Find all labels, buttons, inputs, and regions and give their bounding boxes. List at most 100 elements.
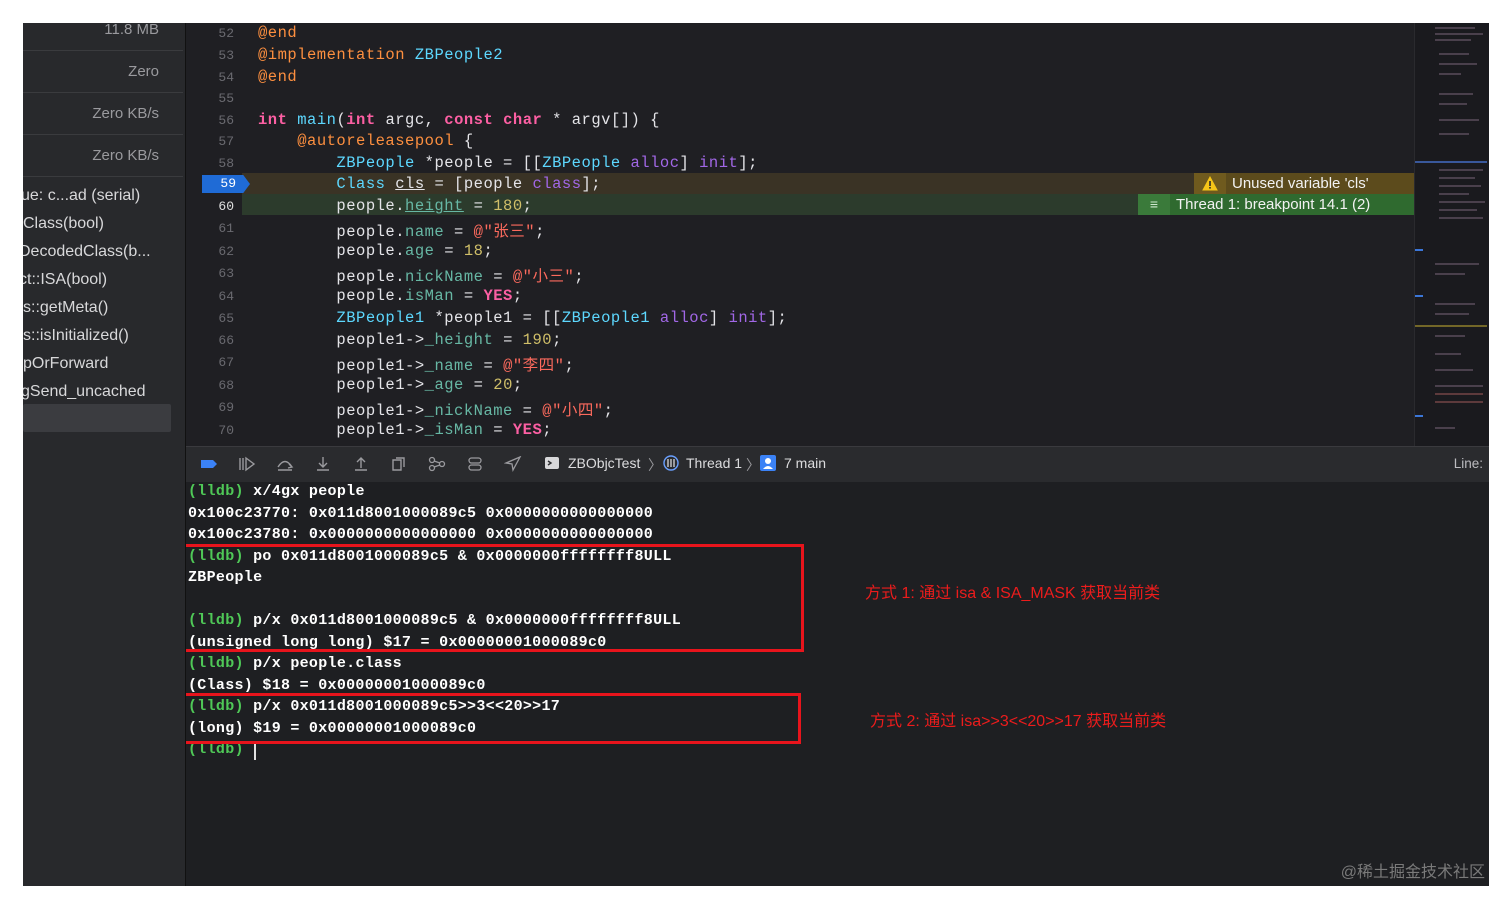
network-out-gauge[interactable]: Zero KB/s xyxy=(23,135,183,177)
debug-navigator: 11.8 MB Zero Zero KB/s Zero KB/s ue: c..… xyxy=(23,23,186,886)
memory-gauge[interactable]: 11.8 MB xyxy=(23,23,183,51)
annotation-method1: 方式 1: 通过 isa & ISA_MASK 获取当前类 xyxy=(865,585,1161,602)
stack-frame[interactable]: ue: c...ad (serial) xyxy=(23,182,173,209)
line-number: 69 xyxy=(218,400,234,415)
line-number: 56 xyxy=(218,113,234,128)
stack-frame-user-icon xyxy=(760,455,776,471)
thread-list-icon: ≡ xyxy=(1138,194,1170,215)
code-line: people1->_height = 190; xyxy=(258,331,562,349)
xcode-window: 11.8 MB Zero Zero KB/s Zero KB/s ue: c..… xyxy=(23,23,1489,886)
stack-frame-label: s::getMeta() xyxy=(23,299,109,316)
code-line: @implementation ZBPeople2 xyxy=(258,46,504,64)
breakpoint-line-number: 59 xyxy=(220,176,236,191)
breakpoint-marker[interactable]: 59 xyxy=(202,175,250,193)
disk-gauge[interactable]: Zero xyxy=(23,51,183,93)
warning-annotation[interactable]: Unused variable 'cls' xyxy=(1194,173,1416,194)
line-number: 52 xyxy=(218,26,234,41)
line-number: 63 xyxy=(218,266,234,281)
line-number: 68 xyxy=(218,378,234,393)
code-line: people1->_isMan = YES; xyxy=(258,421,553,439)
console-text: (Class) $18 = 0x00000001000089c0 xyxy=(188,677,486,694)
line-indicator: Line: xyxy=(1453,456,1483,471)
stack-frame-label: pOrForward xyxy=(23,355,109,372)
environment-overrides-icon[interactable] xyxy=(466,456,484,472)
console-line: (lldb) p/x people.class xyxy=(188,655,402,672)
text-cursor xyxy=(254,744,256,760)
line-number: 61 xyxy=(218,221,234,236)
console-text: 0x100c23780: 0x0000000000000000 0x000000… xyxy=(188,526,654,543)
breakpoint-text: Thread 1: breakpoint 14.1 (2) xyxy=(1176,196,1371,213)
code-line: people.name = @"张三"; xyxy=(258,223,545,241)
code-line: people.isMan = YES; xyxy=(258,287,523,305)
view-hierarchy-icon[interactable] xyxy=(390,456,408,472)
code-line: @end xyxy=(258,68,298,86)
line-number: 57 xyxy=(218,134,234,149)
lldb-prompt: (lldb) xyxy=(188,655,254,672)
stack-frame[interactable]: s::getMeta() xyxy=(23,294,173,321)
chevron-right-icon: 〉 xyxy=(746,457,760,473)
stack-frame[interactable]: gSend_uncached xyxy=(23,378,173,405)
annotation-method2: 方式 2: 通过 isa>>3<<20>>17 获取当前类 xyxy=(870,713,1167,730)
console-line: (Class) $18 = 0x00000001000089c0 xyxy=(188,677,486,694)
line-number: 65 xyxy=(218,311,234,326)
breadcrumb-frame: 7 main xyxy=(784,455,827,471)
stack-frame-label: ue: c...ad (serial) xyxy=(23,187,141,204)
line-number: 60 xyxy=(218,199,234,214)
warning-text: Unused variable 'cls' xyxy=(1232,175,1369,192)
step-into-icon[interactable] xyxy=(314,456,332,472)
thread-icon xyxy=(663,455,679,471)
continue-icon[interactable] xyxy=(238,456,256,472)
code-line: int main(int argc, const char * argv[]) … xyxy=(258,111,660,129)
line-number: 62 xyxy=(218,244,234,259)
line-number: 53 xyxy=(218,48,234,63)
code-line: people.height = 180; xyxy=(258,197,533,215)
code-line: people.age = 18; xyxy=(258,242,494,260)
chevron-right-icon: 〉 xyxy=(648,457,662,473)
minimap[interactable] xyxy=(1414,23,1489,446)
code-line: ZBPeople *people = [[ZBPeople alloc] ini… xyxy=(336,154,758,172)
warning-icon xyxy=(1194,173,1226,194)
line-number: 64 xyxy=(218,289,234,304)
stack-frame-label: Class(bool) xyxy=(23,215,104,232)
code-line: ZBPeople1 *people1 = [[ZBPeople1 alloc] … xyxy=(336,309,788,327)
breakpoints-toggle-icon[interactable] xyxy=(200,456,218,472)
console-line: (lldb) x/4gx people xyxy=(188,483,365,500)
stack-frame-label: DecodedClass(b... xyxy=(23,243,151,260)
line-number: 70 xyxy=(218,423,234,438)
console-line: 0x100c23770: 0x011d8001000089c5 0x000000… xyxy=(188,505,653,522)
watermark: @稀土掘金技术社区 xyxy=(1340,864,1485,881)
network-in-gauge[interactable]: Zero KB/s xyxy=(23,93,183,135)
step-over-icon[interactable] xyxy=(276,456,294,472)
console-text: p/x people.class xyxy=(253,655,402,672)
stack-frame[interactable]: ct::ISA(bool) xyxy=(23,266,173,293)
breadcrumb-thread: Thread 1 xyxy=(686,455,743,471)
line-number: 54 xyxy=(218,70,234,85)
breakpoint-annotation[interactable]: ≡ Thread 1: breakpoint 14.1 (2) xyxy=(1138,194,1416,215)
line-number: 67 xyxy=(218,355,234,370)
stack-frame[interactable]: s::isInitialized() xyxy=(23,322,173,349)
simulate-location-icon[interactable] xyxy=(504,456,522,472)
memory-graph-icon[interactable] xyxy=(428,456,446,472)
selected-stack-frame[interactable] xyxy=(23,404,171,432)
stack-frame[interactable]: pOrForward xyxy=(23,350,173,377)
stack-frame-label: s::isInitialized() xyxy=(23,327,129,344)
breadcrumb-target: ZBObjcTest xyxy=(568,455,641,471)
step-out-icon[interactable] xyxy=(352,456,370,472)
network-out-value: Zero KB/s xyxy=(92,147,159,164)
code-line: @end xyxy=(258,24,298,42)
code-line: people1->_name = @"李四"; xyxy=(258,357,575,375)
lldb-console[interactable]: (lldb) x/4gx people 0x100c23770: 0x011d8… xyxy=(186,482,1489,886)
stack-frame-label: gSend_uncached xyxy=(23,383,146,400)
source-editor[interactable]: 52 53 54 55 56 57 58 59 60 61 62 63 64 6… xyxy=(186,23,1489,446)
memory-value: 11.8 MB xyxy=(104,23,159,38)
line-number: 55 xyxy=(218,91,234,106)
stack-frame-label: ct::ISA(bool) xyxy=(23,271,108,288)
line-number: 66 xyxy=(218,333,234,348)
highlight-box-method2 xyxy=(186,693,801,744)
stack-frame[interactable]: DecodedClass(b... xyxy=(23,238,173,265)
network-in-value: Zero KB/s xyxy=(92,105,159,122)
code-line: @autoreleasepool { xyxy=(297,132,474,150)
code-line: Class cls = [people class]; xyxy=(336,175,602,193)
stack-frame[interactable]: Class(bool) xyxy=(23,210,173,237)
app-target-icon xyxy=(545,457,559,469)
